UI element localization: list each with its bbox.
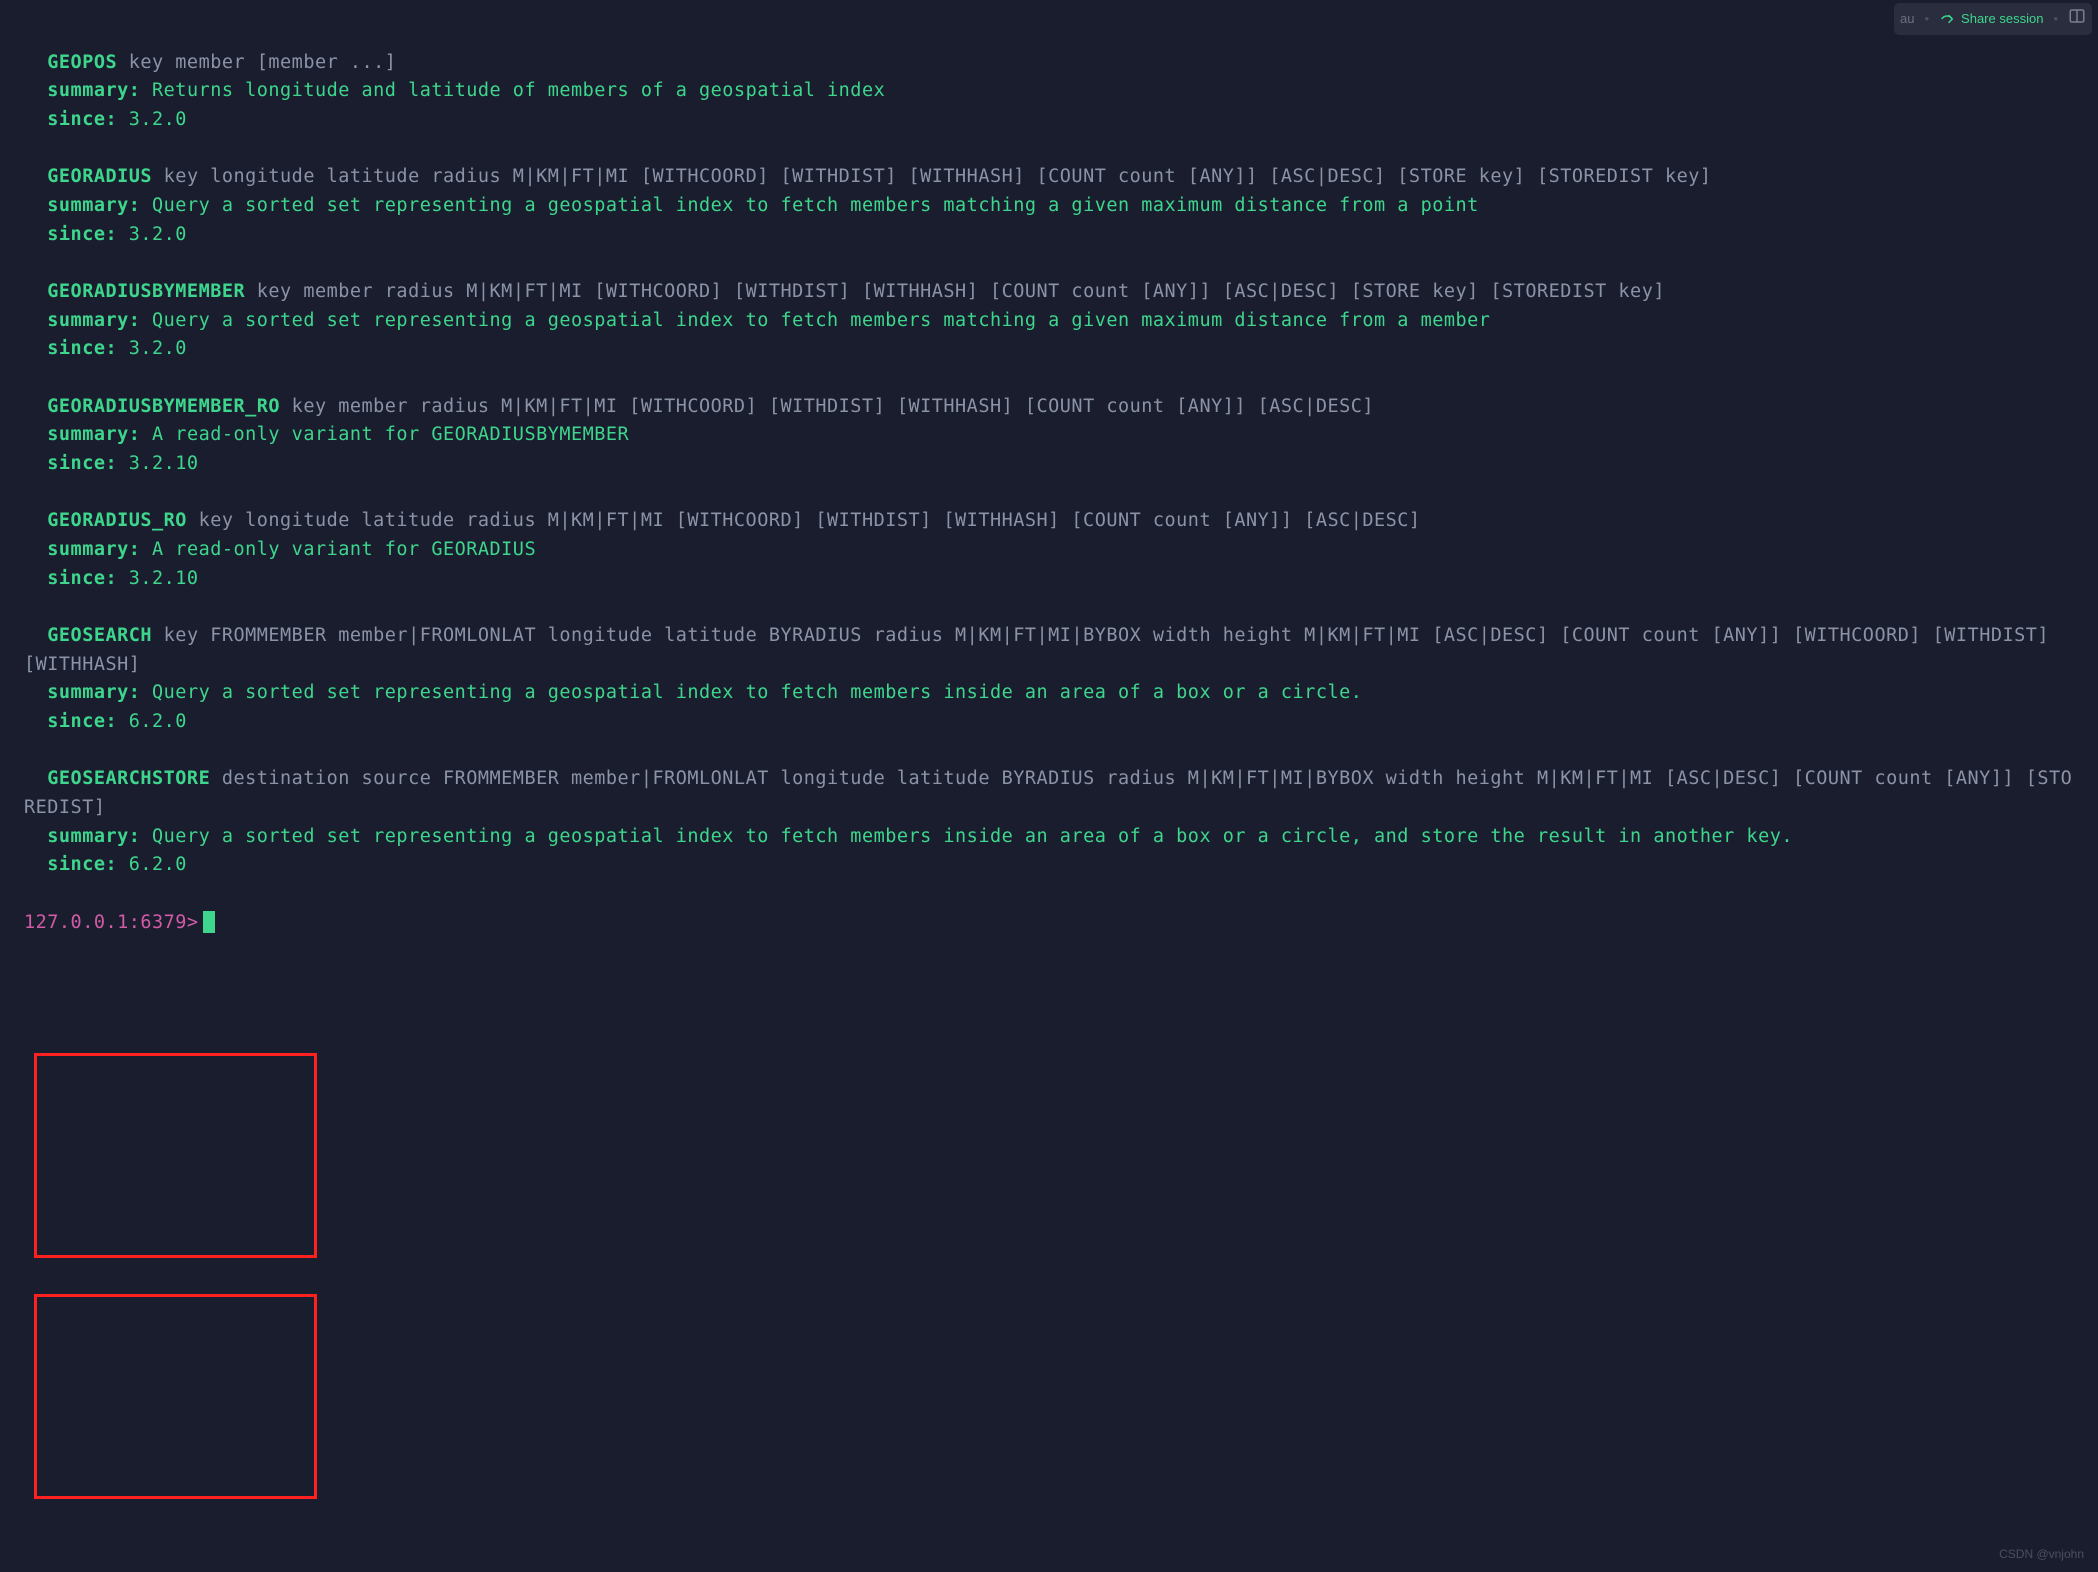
command-name: GEORADIUS [47, 166, 152, 187]
summary-text: Query a sorted set representing a geospa… [140, 826, 1793, 847]
command-signature: GEOSEARCHSTORE destination source FROMME… [24, 765, 2074, 822]
command-signature: GEORADIUSBYMEMBER_RO key member radius M… [24, 393, 2074, 422]
since-label: since: [47, 568, 117, 589]
share-arrow-icon [1939, 11, 1955, 27]
toolbar-separator: • [2051, 9, 2060, 29]
command-args: key member radius M|KM|FT|MI [WITHCOORD]… [280, 396, 1374, 417]
command-signature: GEORADIUSBYMEMBER key member radius M|KM… [24, 278, 2074, 307]
summary-text: Query a sorted set representing a geospa… [140, 682, 1362, 703]
blank-line [24, 20, 2074, 49]
since-label: since: [47, 711, 117, 732]
command-summary: summary: A read-only variant for GEORADI… [24, 421, 2074, 450]
command-args: key member radius M|KM|FT|MI [WITHCOORD]… [245, 281, 1665, 302]
since-text: 6.2.0 [117, 854, 187, 875]
summary-label: summary: [47, 424, 140, 445]
since-label: since: [47, 453, 117, 474]
command-since: since: 3.2.0 [24, 106, 2074, 135]
terminal-toolbar: au • Share session • [1894, 3, 2092, 35]
since-text: 3.2.0 [117, 224, 187, 245]
summary-label: summary: [47, 682, 140, 703]
command-summary: summary: Query a sorted set representing… [24, 679, 2074, 708]
command-args: key longitude latitude radius M|KM|FT|MI… [152, 166, 1711, 187]
blank-line [24, 737, 2074, 766]
blank-line [24, 880, 2074, 909]
command-name: GEOPOS [47, 52, 117, 73]
prompt-text: 127.0.0.1:6379> [24, 912, 199, 933]
summary-text: A read-only variant for GEORADIUS [140, 539, 536, 560]
command-name: GEORADIUSBYMEMBER_RO [47, 396, 280, 417]
command-summary: summary: Query a sorted set representing… [24, 307, 2074, 336]
command-summary: summary: Query a sorted set representing… [24, 192, 2074, 221]
split-pane-icon [2068, 7, 2086, 25]
command-summary: summary: Query a sorted set representing… [24, 823, 2074, 852]
since-label: since: [47, 109, 117, 130]
summary-label: summary: [47, 80, 140, 101]
since-label: since: [47, 224, 117, 245]
summary-text: Query a sorted set representing a geospa… [140, 195, 1478, 216]
summary-label: summary: [47, 826, 140, 847]
command-signature: GEORADIUS key longitude latitude radius … [24, 163, 2074, 192]
watermark: CSDN @vnjohn [1999, 1545, 2084, 1564]
command-since: since: 3.2.10 [24, 450, 2074, 479]
prompt-line[interactable]: 127.0.0.1:6379> [24, 909, 2074, 938]
toolbar-separator: • [1922, 9, 1931, 29]
summary-label: summary: [47, 539, 140, 560]
command-name: GEOSEARCHSTORE [47, 768, 210, 789]
highlight-box-geosearch [34, 1053, 317, 1258]
command-summary: summary: A read-only variant for GEORADI… [24, 536, 2074, 565]
since-label: since: [47, 338, 117, 359]
summary-text: Returns longitude and latitude of member… [140, 80, 885, 101]
summary-text: Query a sorted set representing a geospa… [140, 310, 1490, 331]
since-text: 3.2.10 [117, 568, 198, 589]
highlight-box-geosearchstore [34, 1294, 317, 1499]
since-text: 3.2.0 [117, 109, 187, 130]
command-args: destination source FROMMEMBER member|FRO… [24, 768, 2072, 818]
command-since: since: 6.2.0 [24, 851, 2074, 880]
since-text: 3.2.0 [117, 338, 187, 359]
command-args: key longitude latitude radius M|KM|FT|MI… [187, 510, 1421, 531]
since-label: since: [47, 854, 117, 875]
toolbar-prefix: au [1900, 9, 1914, 29]
summary-label: summary: [47, 310, 140, 331]
command-signature: GEORADIUS_RO key longitude latitude radi… [24, 507, 2074, 536]
summary-text: A read-only variant for GEORADIUSBYMEMBE… [140, 424, 629, 445]
command-args: key member [member ...] [117, 52, 396, 73]
terminal-output[interactable]: GEOPOS key member [member ...] summary: … [0, 0, 2098, 948]
since-text: 6.2.0 [117, 711, 187, 732]
since-text: 3.2.10 [117, 453, 198, 474]
share-session-label: Share session [1961, 9, 2043, 29]
command-name: GEORADIUSBYMEMBER [47, 281, 245, 302]
command-since: since: 6.2.0 [24, 708, 2074, 737]
command-since: since: 3.2.0 [24, 335, 2074, 364]
command-signature: GEOPOS key member [member ...] [24, 49, 2074, 78]
command-since: since: 3.2.10 [24, 565, 2074, 594]
cursor [203, 911, 215, 933]
split-pane-button[interactable] [2068, 7, 2086, 31]
command-signature: GEOSEARCH key FROMMEMBER member|FROMLONL… [24, 622, 2074, 679]
command-args: key FROMMEMBER member|FROMLONLAT longitu… [24, 625, 2061, 675]
blank-line [24, 135, 2074, 164]
share-session-button[interactable]: Share session [1939, 9, 2043, 29]
blank-line [24, 593, 2074, 622]
blank-line [24, 479, 2074, 508]
summary-label: summary: [47, 195, 140, 216]
blank-line [24, 249, 2074, 278]
blank-line [24, 364, 2074, 393]
command-summary: summary: Returns longitude and latitude … [24, 77, 2074, 106]
command-name: GEORADIUS_RO [47, 510, 187, 531]
command-since: since: 3.2.0 [24, 221, 2074, 250]
command-name: GEOSEARCH [47, 625, 152, 646]
